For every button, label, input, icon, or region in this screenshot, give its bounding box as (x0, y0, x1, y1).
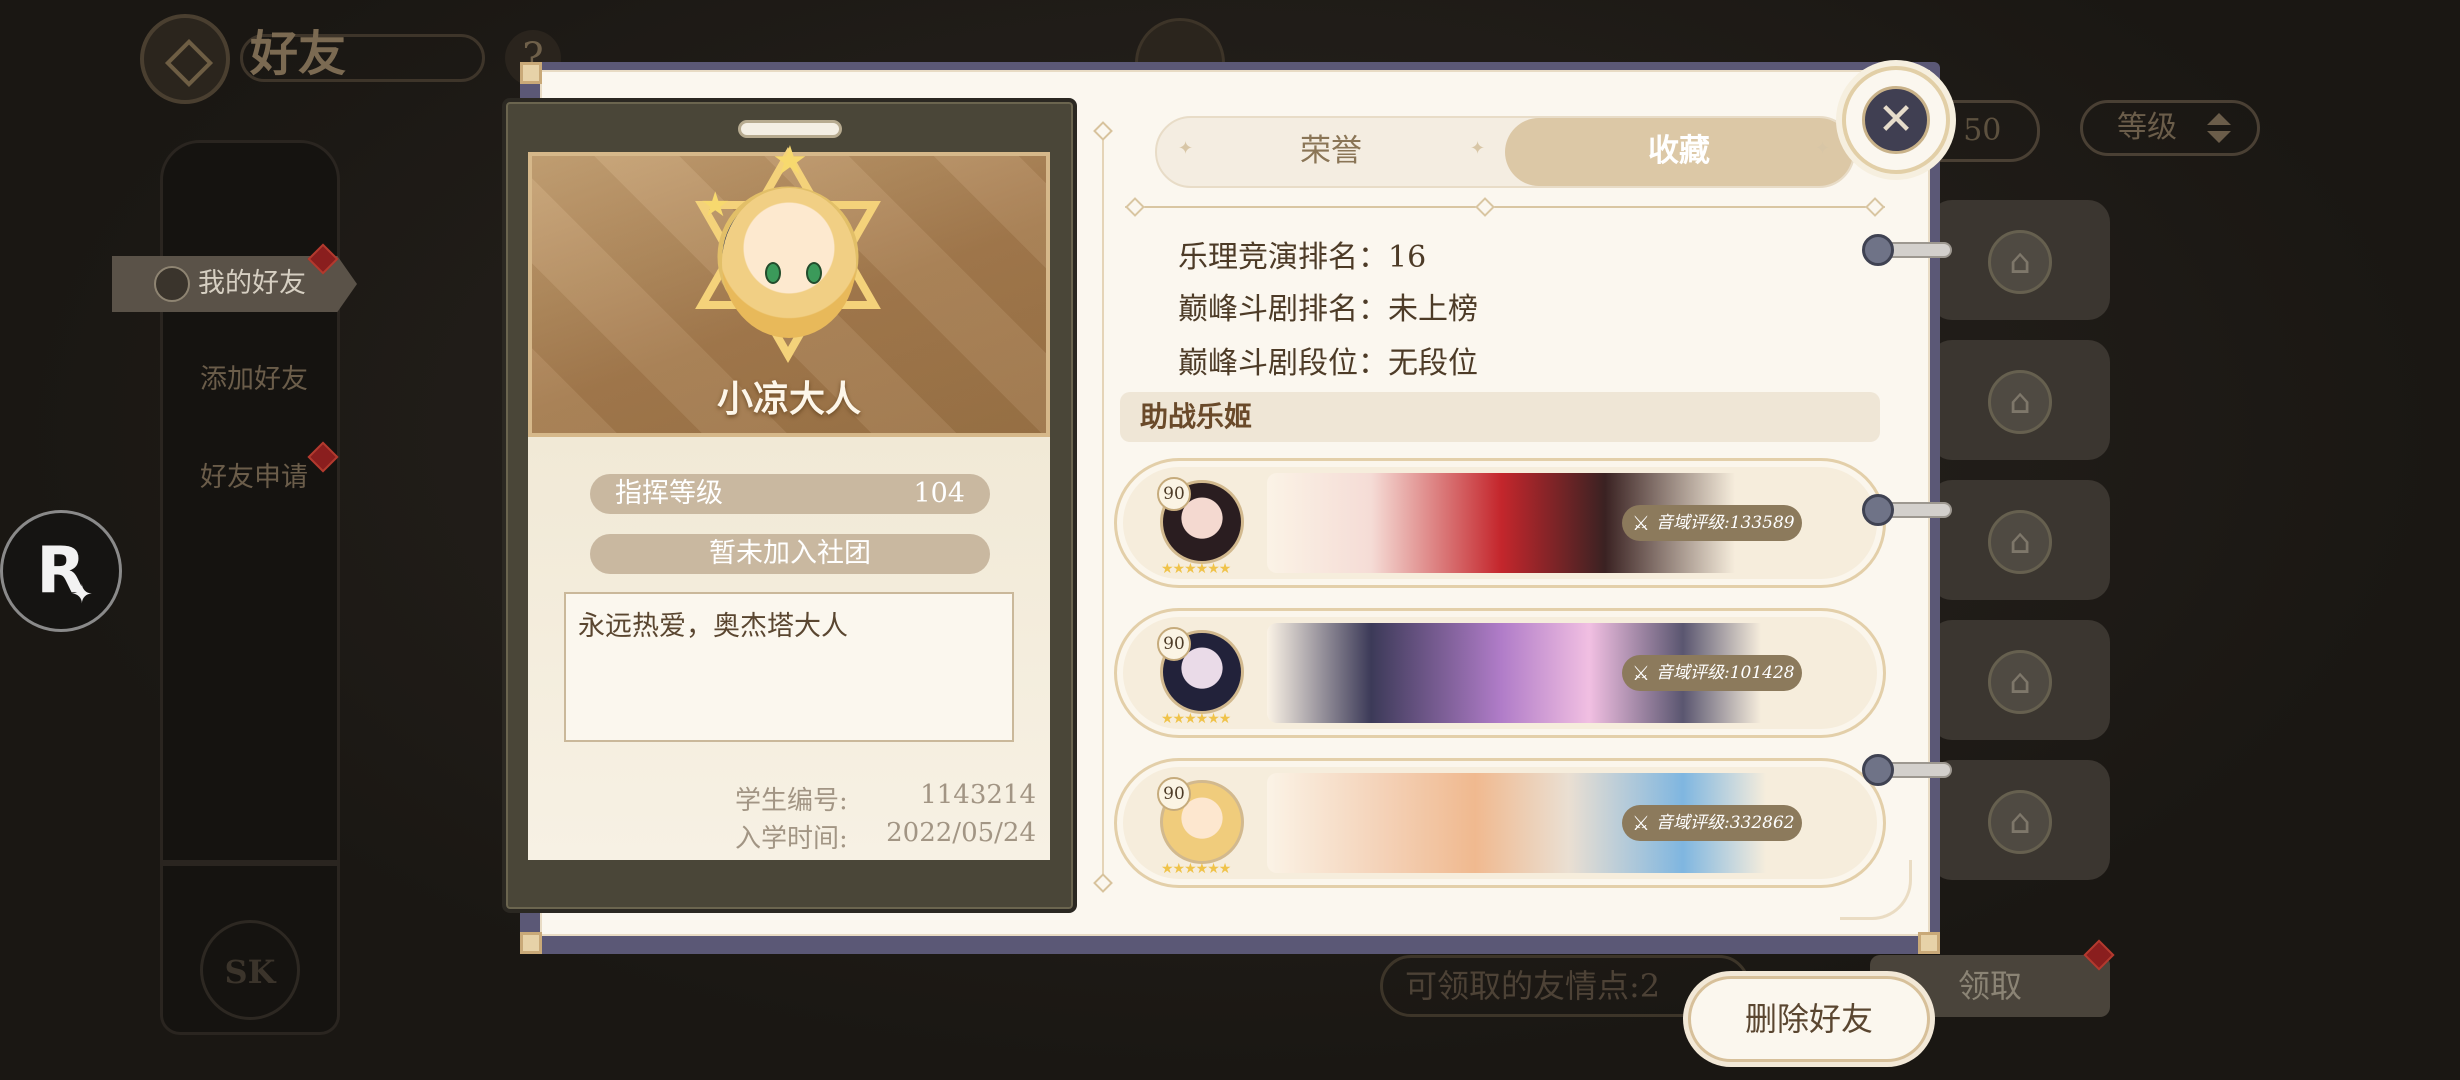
home-icon[interactable]: ⌂ (1988, 650, 2052, 714)
friend-card[interactable]: ⌂ (1930, 200, 2110, 320)
tab-honor[interactable]: 荣誉 (1157, 118, 1505, 186)
delete-friend-button[interactable]: 删除好友 (1688, 976, 1930, 1062)
swords-icon: ⚔ (1632, 511, 1650, 535)
close-icon[interactable]: ✕ (1862, 86, 1930, 154)
sort-label: 等级 (2117, 110, 2177, 145)
swords-icon: ⚔ (1632, 661, 1650, 685)
swords-icon: ⚔ (1632, 811, 1650, 835)
commander-level: 指挥等级 104 (590, 474, 990, 514)
home-icon[interactable]: ⌂ (1988, 790, 2052, 854)
sidebar-divider (160, 860, 340, 866)
sk-emblem-text: SK (224, 953, 276, 991)
star-icon: ★ (772, 138, 808, 184)
student-id-label: 学生编号: (735, 786, 848, 816)
binder-ring-knob (1862, 494, 1894, 526)
home-icon[interactable]: ⌂ (1988, 230, 2052, 294)
signature-box: 永远热爱，奥杰塔大人 (564, 592, 1014, 742)
sparkle-icon: ✦ (71, 580, 93, 610)
idol-score-badge: ⚔ 音域评级:133589 (1622, 505, 1802, 541)
friend-card[interactable]: ⌂ (1930, 480, 2110, 600)
tab-divider (1125, 206, 1885, 208)
sidebar-item-label: 我的好友 (198, 268, 306, 299)
friends-icon (154, 266, 190, 302)
close-button[interactable]: ✕ (1842, 66, 1950, 174)
sk-emblem-icon: SK (200, 920, 300, 1020)
home-icon[interactable]: ⌂ (1988, 370, 2052, 434)
binder-ring-knob (1862, 234, 1894, 266)
idol-stars: ★★★★★★ (1161, 711, 1231, 727)
idol-score: 音域评级:332862 (1656, 813, 1795, 833)
r-floating-button[interactable]: R ✦ (0, 510, 122, 632)
sort-button[interactable]: 等级 (2080, 100, 2260, 156)
idol-level: 90 (1157, 627, 1191, 661)
corner-ornament-icon (520, 62, 542, 84)
peak-drama-rank: 巅峰斗剧排名：未上榜 (1178, 292, 1478, 327)
page-title: 好友 (250, 26, 347, 82)
idol-score: 音域评级:133589 (1656, 513, 1795, 533)
level-label: 指挥等级 (615, 478, 723, 509)
support-idol-row[interactable]: 90 ★★★★★★ ⚔ 音域评级:101428 (1114, 608, 1886, 738)
avatar-eye (765, 262, 781, 284)
sort-up-icon (2207, 113, 2231, 125)
corner-ornament-icon (1918, 932, 1940, 954)
card-handle (738, 120, 842, 138)
idol-score-badge: ⚔ 音域评级:332862 (1622, 805, 1802, 841)
corner-ornament-icon (520, 932, 542, 954)
friend-card[interactable]: ⌂ (1930, 760, 2110, 880)
enroll-date-value: 2022/05/24 (886, 818, 1036, 848)
player-avatar (722, 188, 856, 338)
sparkle-icon: ✦ (1470, 138, 1486, 159)
idol-level: 90 (1157, 777, 1191, 811)
sparkle-icon: ✦ (1815, 138, 1831, 159)
enroll-date-label: 入学时间: (735, 824, 848, 854)
contest-rank: 乐理竞演排名：16 (1178, 240, 1427, 275)
support-idol-row[interactable]: 90 ★★★★★★ ⚔ 音域评级:133589 (1114, 458, 1886, 588)
idol-stars: ★★★★★★ (1161, 561, 1231, 577)
sidebar-item-label: 好友申请 (200, 462, 308, 493)
student-id-row: 学生编号: 1143214 (560, 780, 1036, 818)
binder-ring-knob (1862, 754, 1894, 786)
idol-score: 音域评级:101428 (1656, 663, 1795, 683)
idol-level: 90 (1157, 477, 1191, 511)
sidebar-item-add-friend[interactable]: 添加好友 (112, 352, 352, 408)
support-idol-row[interactable]: 90 ★★★★★★ ⚔ 音域评级:332862 (1114, 758, 1886, 888)
star-icon: ★ (700, 185, 731, 225)
support-section-title: 助战乐姬 (1120, 392, 1880, 442)
level-value: 104 (913, 478, 965, 509)
page-divider (1102, 130, 1104, 880)
idol-stars: ★★★★★★ (1161, 861, 1231, 877)
player-name: 小凉大人 (716, 378, 861, 420)
sparkle-icon: ✦ (1178, 138, 1194, 159)
peak-drama-tier: 巅峰斗剧段位：无段位 (1178, 346, 1478, 381)
idol-score-badge: ⚔ 音域评级:101428 (1622, 655, 1802, 691)
home-icon[interactable]: ⌂ (1988, 510, 2052, 574)
enroll-date-row: 入学时间: 2022/05/24 (560, 818, 1036, 856)
club-status: 暂未加入社团 (590, 534, 990, 574)
sidebar-item-label: 添加好友 (200, 364, 308, 395)
friend-card[interactable]: ⌂ (1930, 620, 2110, 740)
friend-card[interactable]: ⌂ (1930, 340, 2110, 460)
sort-down-icon (2207, 131, 2231, 143)
student-id-value: 1143214 (920, 780, 1036, 810)
avatar-eye (806, 262, 822, 284)
friends-emblem-icon (140, 14, 230, 104)
tab-collection[interactable]: 收藏 (1505, 118, 1853, 186)
